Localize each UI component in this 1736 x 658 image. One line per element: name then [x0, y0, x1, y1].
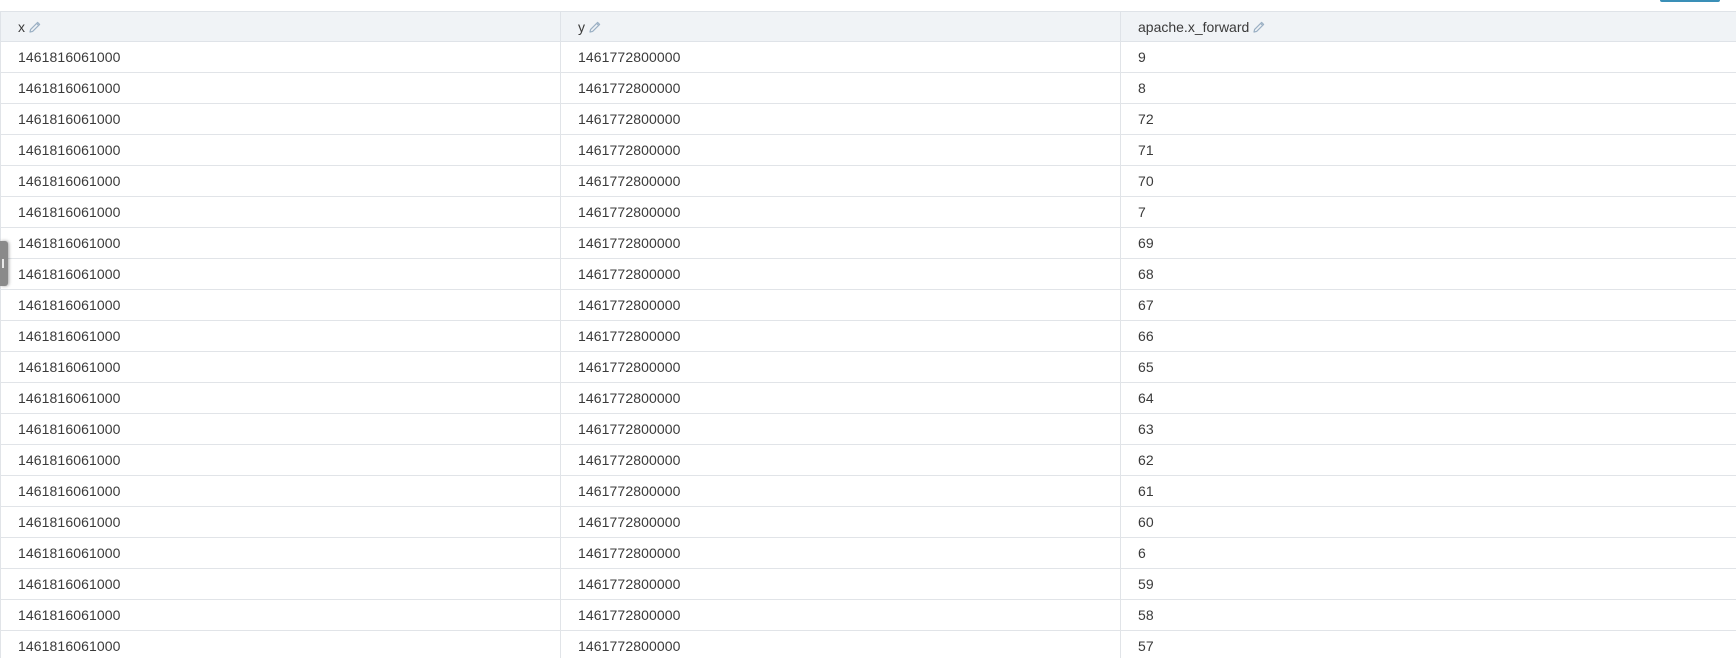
cell-x: 1461816061000 [0, 382, 561, 414]
column-header-y[interactable]: y [560, 11, 1121, 42]
pencil-icon[interactable] [1252, 20, 1266, 34]
cell-apache-x-forward: 69 [1120, 227, 1736, 259]
table-row[interactable]: 1461816061000 1461772800000 58 [0, 599, 1736, 631]
table-row[interactable]: 1461816061000 1461772800000 6 [0, 537, 1736, 569]
cell-y: 1461772800000 [560, 444, 1121, 476]
cell-y: 1461772800000 [560, 196, 1121, 228]
cell-y: 1461772800000 [560, 258, 1121, 290]
cell-y: 1461772800000 [560, 506, 1121, 538]
cell-x: 1461816061000 [0, 537, 561, 569]
cell-x: 1461816061000 [0, 413, 561, 445]
cell-x: 1461816061000 [0, 72, 561, 104]
cell-y: 1461772800000 [560, 289, 1121, 321]
cell-y: 1461772800000 [560, 134, 1121, 166]
cell-x: 1461816061000 [0, 227, 561, 259]
table-row[interactable]: 1461816061000 1461772800000 70 [0, 165, 1736, 197]
table-row[interactable]: 1461816061000 1461772800000 62 [0, 444, 1736, 476]
cell-apache-x-forward: 59 [1120, 568, 1736, 600]
table-row[interactable]: 1461816061000 1461772800000 68 [0, 258, 1736, 290]
cell-apache-x-forward: 67 [1120, 289, 1736, 321]
cell-apache-x-forward: 58 [1120, 599, 1736, 631]
column-header-x[interactable]: x [0, 11, 561, 42]
cell-apache-x-forward: 57 [1120, 630, 1736, 658]
column-header-label: y [578, 18, 585, 35]
cell-y: 1461772800000 [560, 320, 1121, 352]
column-header-label: apache.x_forward [1138, 18, 1250, 35]
cell-apache-x-forward: 9 [1120, 41, 1736, 73]
table-row[interactable]: 1461816061000 1461772800000 63 [0, 413, 1736, 445]
cell-y: 1461772800000 [560, 165, 1121, 197]
table-row[interactable]: 1461816061000 1461772800000 7 [0, 196, 1736, 228]
cell-y: 1461772800000 [560, 630, 1121, 658]
table-row[interactable]: 1461816061000 1461772800000 66 [0, 320, 1736, 352]
cell-x: 1461816061000 [0, 196, 561, 228]
pencil-icon[interactable] [588, 20, 602, 34]
table-header-row: x y apache.x_forward [0, 11, 1736, 42]
cell-x: 1461816061000 [0, 599, 561, 631]
table-row[interactable]: 1461816061000 1461772800000 72 [0, 103, 1736, 135]
cell-y: 1461772800000 [560, 599, 1121, 631]
cell-y: 1461772800000 [560, 351, 1121, 383]
cell-apache-x-forward: 63 [1120, 413, 1736, 445]
table-body: 1461816061000 1461772800000 9 1461816061000… [0, 41, 1736, 658]
table-row[interactable]: 1461816061000 1461772800000 67 [0, 289, 1736, 321]
cell-y: 1461772800000 [560, 41, 1121, 73]
table-row[interactable]: 1461816061000 1461772800000 64 [0, 382, 1736, 414]
cell-y: 1461772800000 [560, 72, 1121, 104]
table-row[interactable]: 1461816061000 1461772800000 61 [0, 475, 1736, 507]
table-row[interactable]: 1461816061000 1461772800000 60 [0, 506, 1736, 538]
cell-apache-x-forward: 70 [1120, 165, 1736, 197]
cell-y: 1461772800000 [560, 568, 1121, 600]
table-row[interactable]: 1461816061000 1461772800000 57 [0, 630, 1736, 658]
cell-x: 1461816061000 [0, 630, 561, 658]
cell-x: 1461816061000 [0, 320, 561, 352]
table-row[interactable]: 1461816061000 1461772800000 65 [0, 351, 1736, 383]
cell-x: 1461816061000 [0, 568, 561, 600]
cell-apache-x-forward: 62 [1120, 444, 1736, 476]
cell-x: 1461816061000 [0, 134, 561, 166]
cell-apache-x-forward: 64 [1120, 382, 1736, 414]
column-header-apache-x-forward[interactable]: apache.x_forward [1120, 11, 1736, 42]
cell-y: 1461772800000 [560, 382, 1121, 414]
cell-apache-x-forward: 71 [1120, 134, 1736, 166]
cell-apache-x-forward: 6 [1120, 537, 1736, 569]
table-row[interactable]: 1461816061000 1461772800000 59 [0, 568, 1736, 600]
sidebar-toggle-handle[interactable] [0, 241, 8, 286]
cell-apache-x-forward: 7 [1120, 196, 1736, 228]
cell-x: 1461816061000 [0, 103, 561, 135]
cell-y: 1461772800000 [560, 227, 1121, 259]
pencil-icon[interactable] [28, 20, 42, 34]
table-row[interactable]: 1461816061000 1461772800000 8 [0, 72, 1736, 104]
cell-apache-x-forward: 65 [1120, 351, 1736, 383]
cell-x: 1461816061000 [0, 165, 561, 197]
cell-apache-x-forward: 61 [1120, 475, 1736, 507]
cell-y: 1461772800000 [560, 537, 1121, 569]
cell-apache-x-forward: 60 [1120, 506, 1736, 538]
cell-apache-x-forward: 8 [1120, 72, 1736, 104]
cell-x: 1461816061000 [0, 258, 561, 290]
data-table: x y apache.x_forward 1461816061000 146177… [0, 11, 1736, 658]
cell-y: 1461772800000 [560, 413, 1121, 445]
cell-apache-x-forward: 68 [1120, 258, 1736, 290]
cell-x: 1461816061000 [0, 475, 561, 507]
table-row[interactable]: 1461816061000 1461772800000 9 [0, 41, 1736, 73]
page: x y apache.x_forward 1461816061000 146177… [0, 0, 1736, 658]
cell-apache-x-forward: 66 [1120, 320, 1736, 352]
cell-y: 1461772800000 [560, 103, 1121, 135]
table-row[interactable]: 1461816061000 1461772800000 69 [0, 227, 1736, 259]
cell-apache-x-forward: 72 [1120, 103, 1736, 135]
cell-x: 1461816061000 [0, 506, 561, 538]
cell-x: 1461816061000 [0, 41, 561, 73]
cell-x: 1461816061000 [0, 289, 561, 321]
top-action-button-edge[interactable] [1660, 0, 1720, 2]
column-header-label: x [18, 18, 25, 35]
cell-x: 1461816061000 [0, 351, 561, 383]
cell-y: 1461772800000 [560, 475, 1121, 507]
cell-x: 1461816061000 [0, 444, 561, 476]
table-row[interactable]: 1461816061000 1461772800000 71 [0, 134, 1736, 166]
